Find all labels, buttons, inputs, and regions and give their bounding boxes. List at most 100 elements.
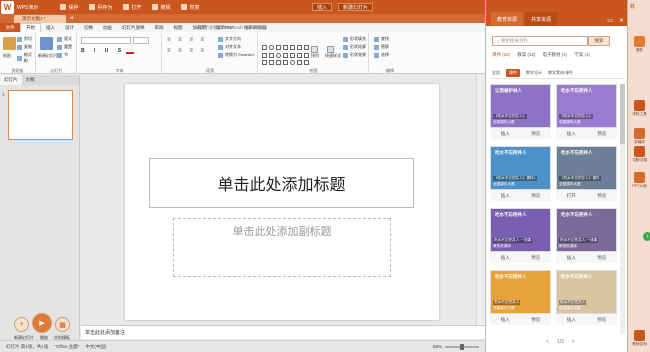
resource-insert-button[interactable]: 插入: [501, 255, 510, 261]
sidebar-item[interactable]: PPT大纲: [628, 172, 650, 189]
close-icon[interactable]: ✕: [619, 17, 624, 24]
resource-thumbnail[interactable]: 吃水不忘挖井人 《吃水不忘挖井人》 全国课件大赛: [556, 84, 617, 128]
sidebar-item[interactable]: 多媒体: [628, 128, 650, 145]
new-slide-round-button[interactable]: +: [14, 317, 29, 332]
resource-insert-button[interactable]: 插入: [501, 131, 510, 137]
shapes-gallery[interactable]: [262, 45, 309, 67]
resource-card[interactable]: 吃水不忘挖井人 《吃水不忘挖井人》课件 全国课件大赛打开 预览: [556, 146, 617, 202]
section-button[interactable]: 节: [57, 52, 68, 58]
resource-thumbnail[interactable]: 吃水不忘挖井人 《吃水不忘挖井人》课件 全国课件大赛: [556, 146, 617, 190]
align-text-button[interactable]: 对齐文本: [218, 44, 241, 50]
font-color-icon[interactable]: [126, 48, 134, 54]
resource-search-button[interactable]: 搜索: [588, 36, 610, 46]
next-page-button[interactable]: >: [572, 339, 575, 345]
qa-open[interactable]: 打开: [123, 4, 141, 11]
arrange-button[interactable]: 排列: [311, 53, 319, 59]
zoom-slider-knob[interactable]: [460, 343, 464, 350]
template-button[interactable]: ▦: [55, 317, 70, 332]
resource-thumbnail[interactable]: 吃水不忘挖井人 吃水不忘挖井人 全国课件大赛: [490, 270, 551, 314]
sidebar-item[interactable]: 习题/试卷: [628, 146, 650, 163]
shape-effects-button[interactable]: 形状效果: [343, 52, 366, 58]
format-painter-button[interactable]: 格式刷: [17, 52, 35, 64]
font-format-buttons[interactable]: B I U S: [81, 48, 125, 54]
copy-button[interactable]: 复制: [17, 44, 32, 50]
resource-card[interactable]: 吃水不忘挖井人 吃水不忘挖井人 全国课件大赛 插入 预览: [556, 270, 617, 326]
resource-insert-button[interactable]: 插入: [567, 255, 576, 261]
sidebar-item[interactable]: 教师空间: [628, 330, 650, 347]
resource-thumbnail[interactable]: 让我做护林人 《吃水不忘挖井人》 全国课件大赛: [490, 84, 551, 128]
tab-shared-resources[interactable]: 共享资源: [525, 12, 558, 26]
filter-teaching-design[interactable]: 教学设计: [526, 70, 542, 76]
new-slide-button[interactable]: 新建幻灯片: [338, 3, 374, 11]
resource-preview-button[interactable]: 预览: [531, 255, 540, 261]
tab-review[interactable]: 审阅: [150, 25, 169, 31]
new-slide-label[interactable]: 新建幻灯片: [38, 53, 58, 59]
qa-undo[interactable]: 撤销: [152, 4, 170, 11]
prev-page-button[interactable]: <: [546, 339, 549, 345]
zoom-slider[interactable]: [445, 343, 479, 350]
sidebar-item[interactable]: 课件: [628, 36, 650, 53]
qa-save-as[interactable]: 另存为: [89, 4, 112, 11]
resource-insert-button[interactable]: 打开: [567, 193, 576, 199]
tab-education-resources[interactable]: 教育资源: [491, 12, 524, 26]
play-button[interactable]: ▶: [32, 313, 52, 333]
shape-outline-button[interactable]: 形状轮廓: [343, 44, 366, 50]
category-courseware[interactable]: 课件 (25): [492, 52, 510, 58]
category-study-guides[interactable]: 学案 (1): [574, 52, 590, 58]
resource-insert-button[interactable]: 插入: [567, 131, 576, 137]
title-placeholder[interactable]: 单击此处添加标题: [149, 158, 414, 208]
find-button[interactable]: 查找: [374, 36, 389, 42]
wps-logo[interactable]: W: [1, 0, 14, 14]
resource-thumbnail[interactable]: 吃水不忘挖井人 吃水不忘挖井人 全国课件大赛: [556, 270, 617, 314]
quick-styles-button[interactable]: 快速样式: [325, 53, 341, 59]
resource-preview-button[interactable]: 预览: [597, 317, 606, 323]
resource-thumbnail[interactable]: 吃水不忘挖井人 吃水不忘挖井人·一线课 教育资源库: [556, 208, 617, 252]
tab-insert[interactable]: 插入: [41, 25, 60, 31]
select-button[interactable]: 选择: [374, 52, 389, 58]
paste-label[interactable]: 粘贴: [3, 53, 11, 59]
tab-home[interactable]: 开始: [20, 23, 41, 32]
resource-card[interactable]: 吃水不忘挖井人 吃水不忘挖井人·一线课 教育资源库 插入 预览: [556, 208, 617, 264]
quick-styles-icon[interactable]: [327, 46, 334, 53]
slide-thumbnail[interactable]: [8, 90, 73, 140]
resource-card[interactable]: 让我做护林人 《吃水不忘挖井人》 全国课件大赛插入 预览: [490, 84, 551, 140]
qa-redo[interactable]: 恢复: [181, 4, 199, 11]
list-buttons[interactable]: ≡ ≡ ≡ ≡: [167, 37, 207, 43]
category-ebooks[interactable]: 电子教材 (1): [543, 52, 568, 58]
category-lesson-plans[interactable]: 教案 (12): [517, 52, 535, 58]
tab-animations[interactable]: 动画: [98, 25, 117, 31]
filter-materials[interactable]: 教学素材/课件: [548, 70, 573, 76]
qa-save[interactable]: 保存: [60, 4, 78, 11]
layout-button[interactable]: 版式: [57, 36, 72, 42]
new-slide-icon[interactable]: [40, 37, 53, 50]
resource-insert-button[interactable]: 插入: [501, 193, 510, 199]
resource-preview-button[interactable]: 预览: [597, 131, 606, 137]
resource-preview-button[interactable]: 预览: [531, 131, 540, 137]
resource-preview-button[interactable]: 预览: [531, 193, 540, 199]
notes-area[interactable]: 单击此处添加备注: [81, 325, 485, 339]
resource-card[interactable]: 吃水不忘挖井人 《吃水不忘挖井人》 全国课件大赛插入 预览: [556, 84, 617, 140]
cut-button[interactable]: 剪切: [17, 36, 32, 42]
resource-scrollbar[interactable]: [620, 84, 625, 334]
filter-all[interactable]: 全部: [492, 70, 500, 76]
tab-file[interactable]: 文件: [0, 23, 20, 32]
replace-button[interactable]: 替换: [374, 44, 389, 50]
paste-icon[interactable]: [3, 37, 16, 50]
resource-thumbnail[interactable]: 吃水不忘挖井人 《吃水不忘挖井人》课件1 全国课件大赛: [490, 146, 551, 190]
resource-preview-button[interactable]: 预览: [597, 193, 606, 199]
smartart-button[interactable]: 转换为 SmartArt: [218, 52, 254, 58]
filter-courseware[interactable]: 课件: [506, 69, 520, 77]
resource-card[interactable]: 吃水不忘挖井人 吃水不忘挖井人·一线课 教育资源库 插入 预览: [490, 208, 551, 264]
resource-search-input[interactable]: ⌕ 搜索相关资料: [492, 36, 588, 46]
sidebar-item[interactable]: 学科工具: [628, 100, 650, 117]
resource-card[interactable]: 吃水不忘挖井人 《吃水不忘挖井人》课件1 全国课件大赛插入 预览: [490, 146, 551, 202]
resource-insert-button[interactable]: 插入: [501, 317, 510, 323]
arrange-icon[interactable]: [311, 46, 318, 53]
tab-design[interactable]: 设计: [60, 25, 79, 31]
expand-icon[interactable]: ›: [643, 232, 650, 241]
resource-card[interactable]: 吃水不忘挖井人 吃水不忘挖井人 全国课件大赛 插入 预览: [490, 270, 551, 326]
resource-scroll-thumb[interactable]: [620, 84, 625, 144]
text-direction-button[interactable]: 文字方向: [218, 36, 241, 42]
tab-slideshow[interactable]: 幻灯片放映: [117, 25, 150, 31]
tab-transitions[interactable]: 切换: [79, 25, 98, 31]
